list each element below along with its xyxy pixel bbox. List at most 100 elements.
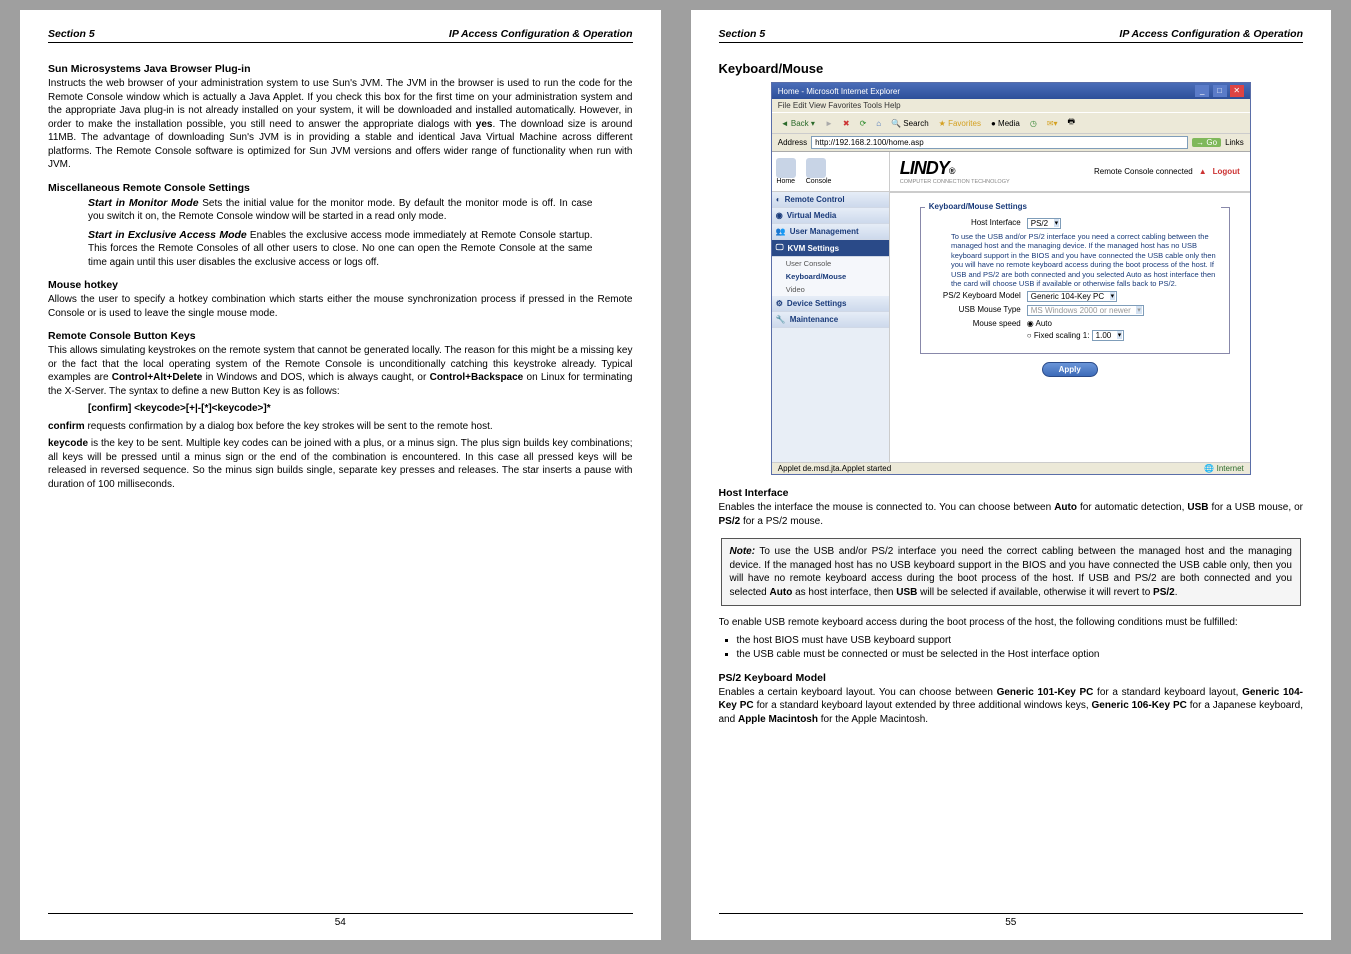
fieldset-legend: Keyboard/Mouse Settings [925,202,1221,211]
page-number: 55 [1005,917,1016,928]
text-java-plugin: Instructs the web browser of your admini… [48,77,633,172]
console-icon[interactable] [806,158,826,178]
monitor-icon: 🖵 [776,243,784,253]
sidebar-item-maintenance[interactable]: 🔧Maintenance [772,312,889,328]
heading-java-plugin: Sun Microsystems Java Browser Plug-in [48,63,633,75]
media-button[interactable]: ● Media [988,118,1023,129]
home-icon[interactable]: ⌂ [873,118,884,129]
host-interface-hint: To use the USB and/or PS/2 interface you… [951,232,1221,288]
fixed-scale-select[interactable]: 1.00 [1092,330,1125,341]
text-enable-usb: To enable USB remote keyboard access dur… [719,616,1304,630]
chevron-icon: ◐ [776,195,781,204]
address-bar: Address http://192.168.2.100/home.asp → … [772,134,1250,152]
page-footer: 55 [719,913,1304,928]
page-number: 54 [335,917,346,928]
text-host-interface: Enables the interface the mouse is conne… [719,501,1304,528]
brand-logo: LINDY® [900,158,1010,179]
heading-keyboard-mouse: Keyboard/Mouse [719,61,1304,76]
text-button-keys: This allows simulating keystrokes on the… [48,344,633,398]
sidebar-sub-user-console[interactable]: User Console [772,257,889,270]
browser-screenshot: Home - Microsoft Internet Explorer _ □ ✕… [771,82,1251,475]
heading-ps2-model: PS/2 Keyboard Model [719,672,1304,684]
heading-misc-settings: Miscellaneous Remote Console Settings [48,182,633,194]
page-right: Section 5 IP Access Configuration & Oper… [691,10,1332,940]
syntax-line: [confirm] <keycode>[+|-[*]<keycode>]* [88,402,593,416]
radio-auto[interactable]: ◉ [1027,319,1034,328]
users-icon: 👥 [776,227,786,236]
text-exclusive-mode: Start in Exclusive Access Mode Enables t… [88,228,593,270]
browser-menu[interactable]: File Edit View Favorites Tools Help [772,99,1250,112]
heading-button-keys: Remote Console Button Keys [48,330,633,342]
browser-toolbar: ◄ Back ▾ ► ✖ ⟳ ⌂ 🔍 Search ★ Favorites ● … [772,112,1250,134]
sidebar-item-device-settings[interactable]: ⚙Device Settings [772,296,889,312]
heading-host-interface: Host Interface [719,487,1304,499]
keyboard-mouse-fieldset: Keyboard/Mouse Settings Host Interface P… [920,207,1230,354]
host-interface-select[interactable]: PS/2 [1027,218,1061,229]
favorites-button[interactable]: ★ Favorites [936,118,984,129]
disk-icon: ◉ [776,211,783,220]
window-buttons[interactable]: _ □ ✕ [1194,85,1243,97]
go-button[interactable]: → Go [1192,138,1221,147]
text-mouse-hotkey: Allows the user to specify a hotkey comb… [48,293,633,320]
page-header: Section 5 IP Access Configuration & Oper… [719,28,1304,43]
header-title: IP Access Configuration & Operation [449,28,633,40]
brand-subtitle: COMPUTER CONNECTION TECHNOLOGY [900,179,1010,185]
page-left: Section 5 IP Access Configuration & Oper… [20,10,661,940]
sidebar-item-remote-control[interactable]: ◐Remote Control [772,192,889,208]
header-title: IP Access Configuration & Operation [1119,28,1303,40]
gear-icon: ⚙ [776,299,783,308]
text-monitor-mode: Start in Monitor Mode Sets the initial v… [88,196,593,224]
home-icon[interactable] [776,158,796,178]
section-label: Section 5 [719,28,766,40]
conditions-list: the host BIOS must have USB keyboard sup… [737,634,1304,662]
logout-link[interactable]: Logout [1213,167,1240,176]
text-ps2-model: Enables a certain keyboard layout. You c… [719,686,1304,727]
brand-bar: LINDY® COMPUTER CONNECTION TECHNOLOGY Re… [890,152,1250,193]
sidebar-sub-video[interactable]: Video [772,283,889,296]
main-panel: LINDY® COMPUTER CONNECTION TECHNOLOGY Re… [890,152,1250,462]
page-footer: 54 [48,913,633,928]
address-label: Address [778,138,807,147]
sidebar-sub-keyboard-mouse[interactable]: Keyboard/Mouse [772,270,889,283]
sidebar-item-kvm-settings[interactable]: 🖵KVM Settings [772,240,889,257]
text-confirm: confirm requests confirmation by a dialo… [48,420,633,434]
text-keycode: keycode is the key to be sent. Multiple … [48,437,633,491]
list-item: the host BIOS must have USB keyboard sup… [737,634,1304,648]
note-box: Note: To use the USB and/or PS/2 interfa… [721,538,1302,606]
mouse-speed-label: Mouse speed [929,319,1027,328]
status-left: Applet de.msd.jta.Applet started [778,464,891,473]
page-header: Section 5 IP Access Configuration & Oper… [48,28,633,43]
maximize-icon[interactable]: □ [1213,85,1227,97]
history-icon[interactable]: ◷ [1027,118,1040,129]
section-label: Section 5 [48,28,95,40]
usb-mouse-label: USB Mouse Type [929,305,1027,314]
browser-statusbar: Applet de.msd.jta.Applet started 🌐 Inter… [772,462,1250,474]
close-icon[interactable]: ✕ [1230,85,1244,97]
status-connection: Remote Console connected [1094,167,1193,176]
stop-icon[interactable]: ✖ [840,118,853,129]
ps2-model-label: PS/2 Keyboard Model [929,291,1027,300]
list-item: the USB cable must be connected or must … [737,648,1304,662]
refresh-icon[interactable]: ⟳ [857,118,870,129]
sidebar-item-user-management[interactable]: 👥User Management [772,224,889,240]
heading-mouse-hotkey: Mouse hotkey [48,279,633,291]
address-input[interactable]: http://192.168.2.100/home.asp [811,136,1188,149]
status-zone: 🌐 Internet [1204,464,1243,473]
wrench-icon: 🔧 [776,315,786,324]
window-titlebar: Home - Microsoft Internet Explorer _ □ ✕ [772,83,1250,99]
apply-button[interactable]: Apply [1042,362,1098,377]
sidebar: Home Console ◐Remote Control ◉Virtual Me… [772,152,890,462]
back-button[interactable]: ◄ Back ▾ [778,118,818,129]
print-icon[interactable]: 🖶 [1065,115,1079,131]
links-label[interactable]: Links [1225,138,1244,147]
mail-icon[interactable]: ✉▾ [1044,118,1061,129]
search-button[interactable]: 🔍 Search [888,118,932,129]
ps2-model-select[interactable]: Generic 104-Key PC [1027,291,1117,302]
window-title: Home - Microsoft Internet Explorer [778,87,900,96]
minimize-icon[interactable]: _ [1195,85,1209,97]
forward-button[interactable]: ► [822,118,836,129]
sidebar-header: Home Console [772,152,889,192]
sidebar-item-virtual-media[interactable]: ◉Virtual Media [772,208,889,224]
radio-fixed[interactable]: ○ [1027,331,1032,340]
usb-mouse-select[interactable]: MS Windows 2000 or newer [1027,305,1144,316]
